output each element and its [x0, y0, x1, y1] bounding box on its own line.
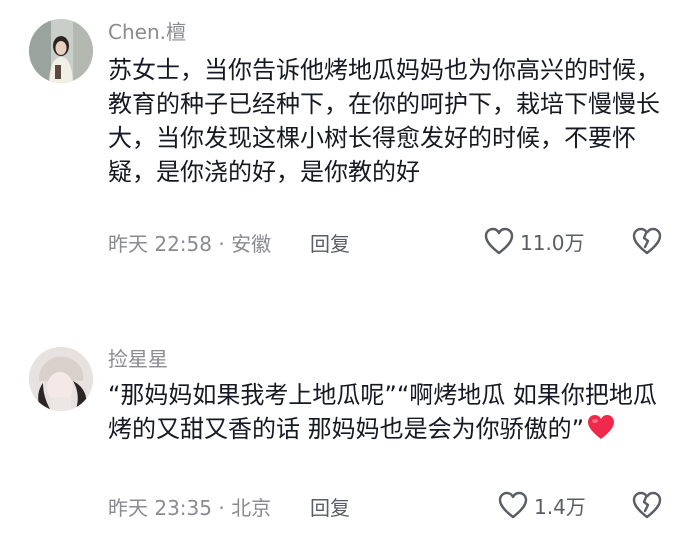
username[interactable]: 捡星星: [108, 347, 168, 371]
heart-outline-icon: [498, 491, 528, 519]
dislike-button[interactable]: [632, 226, 662, 256]
username[interactable]: Chen.檀: [108, 20, 186, 44]
comment-actions: 昨天 23:35 · 北京 回复 1.4万: [108, 490, 662, 520]
reply-button[interactable]: 回复: [310, 492, 350, 521]
broken-heart-icon: [632, 227, 662, 255]
comment-item: 捡星星 “那妈妈如果我考上地瓜呢”“啊烤地瓜 如果你把地瓜烤的又甜又香的话 那妈…: [0, 325, 690, 549]
time-location: 昨天 22:58 · 安徽: [108, 232, 272, 256]
like-button[interactable]: 1.4万: [498, 490, 586, 520]
time-location: 昨天 23:35 · 北京: [108, 496, 272, 520]
like-count: 1.4万: [534, 494, 586, 519]
dislike-button[interactable]: [632, 490, 662, 520]
broken-heart-icon: [632, 491, 662, 519]
comment-item: Chen.檀 苏女士，当你告诉他烤地瓜妈妈也为你高兴的时候，教育的种子已经种下，…: [0, 0, 690, 275]
comment-actions: 昨天 22:58 · 安徽 回复 11.0万: [108, 226, 662, 256]
user-avatar-icon: [29, 19, 93, 83]
comment-text: 苏女士，当你告诉他烤地瓜妈妈也为你高兴的时候，教育的种子已经种下，在你的呵护下，…: [108, 56, 660, 186]
reply-button[interactable]: 回复: [310, 228, 350, 257]
user-avatar-icon: [29, 347, 93, 411]
avatar[interactable]: [29, 347, 93, 411]
heart-outline-icon: [484, 227, 514, 255]
comment-text-body: “那妈妈如果我考上地瓜呢”“啊烤地瓜 如果你把地瓜烤的又甜又香的话 那妈妈也是会…: [108, 381, 657, 443]
like-button[interactable]: 11.0万: [484, 226, 585, 256]
comment-text: “那妈妈如果我考上地瓜呢”“啊烤地瓜 如果你把地瓜烤的又甜又香的话 那妈妈也是会…: [108, 378, 668, 450]
avatar[interactable]: [29, 19, 93, 83]
like-count: 11.0万: [520, 230, 585, 255]
red-heart-icon: [586, 413, 616, 450]
